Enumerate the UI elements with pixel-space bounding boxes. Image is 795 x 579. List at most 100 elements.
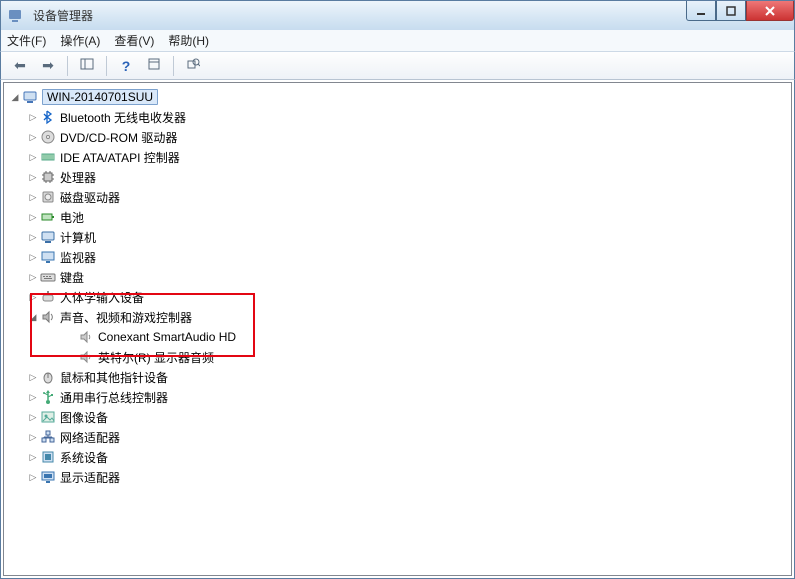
minimize-button[interactable] — [686, 1, 716, 21]
tree-node-label: 人体学输入设备 — [60, 289, 144, 306]
tree-node[interactable]: ▷ 处理器 — [8, 167, 791, 187]
tree-node-label: 通用串行总线控制器 — [60, 389, 168, 406]
menubar: 文件(F) 操作(A) 查看(V) 帮助(H) — [0, 30, 795, 52]
battery-icon — [40, 209, 56, 225]
properties-icon — [147, 57, 161, 74]
toolbar-separator — [106, 56, 107, 76]
mouse-icon — [40, 369, 56, 385]
properties-button[interactable] — [141, 55, 167, 77]
tree-node[interactable]: ▷ 系统设备 — [8, 447, 791, 467]
expander-right-icon[interactable]: ▷ — [28, 432, 38, 442]
tree-root[interactable]: ◢ WIN-20140701SUU — [8, 87, 791, 107]
monitor-icon — [40, 249, 56, 265]
keyboard-icon — [40, 269, 56, 285]
expander-right-icon[interactable]: ▷ — [28, 192, 38, 202]
tree-node[interactable]: ▷ IDE ATA/ATAPI 控制器 — [8, 147, 791, 167]
tree-node-label: 系统设备 — [60, 449, 108, 466]
pc-root-icon — [22, 89, 38, 105]
menu-view[interactable]: 查看(V) — [114, 32, 154, 49]
tree-node-label: IDE ATA/ATAPI 控制器 — [60, 149, 180, 166]
tree-node[interactable]: ▷ 图像设备 — [8, 407, 791, 427]
tree-node[interactable]: ▷ 磁盘驱动器 — [8, 187, 791, 207]
pane-icon — [80, 57, 94, 74]
menu-action[interactable]: 操作(A) — [60, 32, 100, 49]
expander-right-icon[interactable]: ▷ — [28, 252, 38, 262]
cpu-icon — [40, 169, 56, 185]
back-button[interactable]: ⬅ — [7, 55, 33, 77]
tree-node-label: 图像设备 — [60, 409, 108, 426]
expander-right-icon[interactable]: ▷ — [28, 412, 38, 422]
scan-hardware-button[interactable] — [180, 55, 206, 77]
system-icon — [40, 449, 56, 465]
hid-icon — [40, 289, 56, 305]
tree-node[interactable]: ▷ 人体学输入设备 — [8, 287, 791, 307]
tree-node-label: 鼠标和其他指针设备 — [60, 369, 168, 386]
dvd-icon — [40, 129, 56, 145]
tree-node[interactable]: ▷ DVD/CD-ROM 驱动器 — [8, 127, 791, 147]
expander-right-icon[interactable]: ▷ — [28, 112, 38, 122]
tree-node[interactable]: ▷网络适配器 — [8, 427, 791, 447]
tree-child-label: 英特尔(R) 显示器音频 — [98, 349, 214, 366]
network-icon — [40, 429, 56, 445]
titlebar: 设备管理器 — [0, 0, 795, 30]
tree-node-label: 处理器 — [60, 169, 96, 186]
tree-node[interactable]: ▷ Bluetooth 无线电收发器 — [8, 107, 791, 127]
help-button[interactable]: ? — [113, 55, 139, 77]
image-icon — [40, 409, 56, 425]
expander-right-icon[interactable]: ▷ — [28, 272, 38, 282]
device-tree-pane[interactable]: ◢ WIN-20140701SUU ▷ Bluetooth 无线电收发器 ▷ DVD/CD… — [3, 82, 792, 576]
expander-right-icon[interactable]: ▷ — [28, 132, 38, 142]
tree-node[interactable]: ▷ 电池 — [8, 207, 791, 227]
tree-node[interactable]: ▷ 键盘 — [8, 267, 791, 287]
speaker-icon — [78, 329, 94, 345]
expander-right-icon[interactable]: ▷ — [28, 372, 38, 382]
display-icon — [40, 469, 56, 485]
tree-child-label: Conexant SmartAudio HD — [98, 330, 236, 344]
tree-child-node[interactable]: Conexant SmartAudio HD — [8, 327, 791, 347]
tree-node[interactable]: ▷ 计算机 — [8, 227, 791, 247]
menu-file[interactable]: 文件(F) — [7, 32, 46, 49]
expander-down-icon[interactable]: ◢ — [10, 92, 20, 102]
tree-node-label: Bluetooth 无线电收发器 — [60, 109, 186, 126]
tree-node-label: 计算机 — [60, 229, 96, 246]
expander-right-icon[interactable]: ▷ — [28, 472, 38, 482]
window-title: 设备管理器 — [33, 7, 93, 24]
tree-node-label: 电池 — [60, 209, 84, 226]
app-icon — [7, 8, 23, 24]
arrow-right-icon: ➡ — [42, 57, 54, 74]
toolbar: ⬅ ➡ ? — [0, 52, 795, 80]
tree-node[interactable]: ◢ 声音、视频和游戏控制器 — [8, 307, 791, 327]
maximize-button[interactable] — [716, 1, 746, 21]
close-button[interactable] — [746, 1, 794, 21]
show-hide-console-button[interactable] — [74, 55, 100, 77]
expander-right-icon[interactable]: ▷ — [28, 172, 38, 182]
expander-right-icon[interactable]: ▷ — [28, 232, 38, 242]
computer-icon — [40, 229, 56, 245]
usb-icon — [40, 389, 56, 405]
tree-node[interactable]: ▷ 监视器 — [8, 247, 791, 267]
expander-right-icon[interactable]: ▷ — [28, 452, 38, 462]
device-tree: ◢ WIN-20140701SUU ▷ Bluetooth 无线电收发器 ▷ DVD/CD… — [4, 83, 791, 497]
tree-root-label: WIN-20140701SUU — [42, 89, 158, 105]
tree-node-label: 键盘 — [60, 269, 84, 286]
speaker-icon — [78, 349, 94, 365]
tree-node[interactable]: ▷ 通用串行总线控制器 — [8, 387, 791, 407]
expander-right-icon[interactable]: ▷ — [28, 152, 38, 162]
expander-right-icon[interactable]: ▷ — [28, 392, 38, 402]
menu-help[interactable]: 帮助(H) — [168, 32, 209, 49]
arrow-left-icon: ⬅ — [14, 57, 26, 74]
window-controls — [686, 1, 794, 21]
content-area: ◢ WIN-20140701SUU ▷ Bluetooth 无线电收发器 ▷ DVD/CD… — [0, 80, 795, 579]
tree-node-label: 监视器 — [60, 249, 96, 266]
expander-right-icon[interactable]: ▷ — [28, 292, 38, 302]
tree-node-label: 声音、视频和游戏控制器 — [60, 309, 192, 326]
tree-node-label: DVD/CD-ROM 驱动器 — [60, 129, 177, 146]
tree-node[interactable]: ▷显示适配器 — [8, 467, 791, 487]
tree-node[interactable]: ▷ 鼠标和其他指针设备 — [8, 367, 791, 387]
tree-node-label: 磁盘驱动器 — [60, 189, 120, 206]
expander-down-icon[interactable]: ◢ — [28, 312, 38, 322]
tree-child-node[interactable]: 英特尔(R) 显示器音频 — [8, 347, 791, 367]
expander-right-icon[interactable]: ▷ — [28, 212, 38, 222]
forward-button[interactable]: ➡ — [35, 55, 61, 77]
bluetooth-icon — [40, 109, 56, 125]
